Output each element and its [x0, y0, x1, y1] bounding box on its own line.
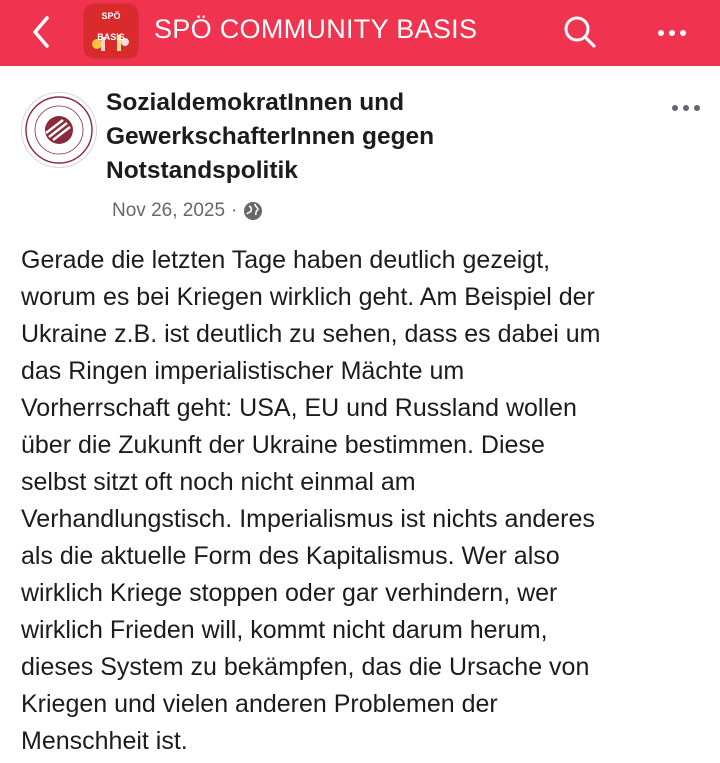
globe-icon — [244, 202, 263, 220]
back-arrow-icon — [33, 16, 49, 48]
group-avatar-graphic — [92, 35, 129, 51]
meta-separator: · — [231, 200, 238, 221]
more-icon — [656, 23, 689, 41]
post-author-name[interactable]: SozialdemokratInnen und GewerkschafterIn… — [106, 86, 586, 188]
author-avatar[interactable] — [21, 92, 97, 168]
search-button[interactable] — [558, 12, 602, 52]
top-app-bar: SPÖ BASIS SPÖ COMMUNITY BASIS — [0, 0, 720, 66]
post-text: Gerade die letzten Tage haben deutlich g… — [21, 246, 601, 755]
back-button[interactable] — [24, 12, 58, 52]
more-icon — [670, 98, 703, 116]
group-title[interactable]: SPÖ COMMUNITY BASIS — [154, 14, 477, 45]
group-avatar-label-bottom: BASIS — [97, 32, 125, 42]
post-date[interactable]: Nov 26, 2025 — [112, 200, 225, 222]
group-avatar[interactable]: SPÖ BASIS — [84, 4, 138, 58]
search-icon — [564, 16, 596, 48]
post-meta: Nov 26, 2025 · — [112, 200, 263, 222]
post-options-button[interactable] — [660, 92, 712, 122]
more-options-button[interactable] — [650, 12, 694, 52]
author-logo-icon — [25, 96, 93, 164]
